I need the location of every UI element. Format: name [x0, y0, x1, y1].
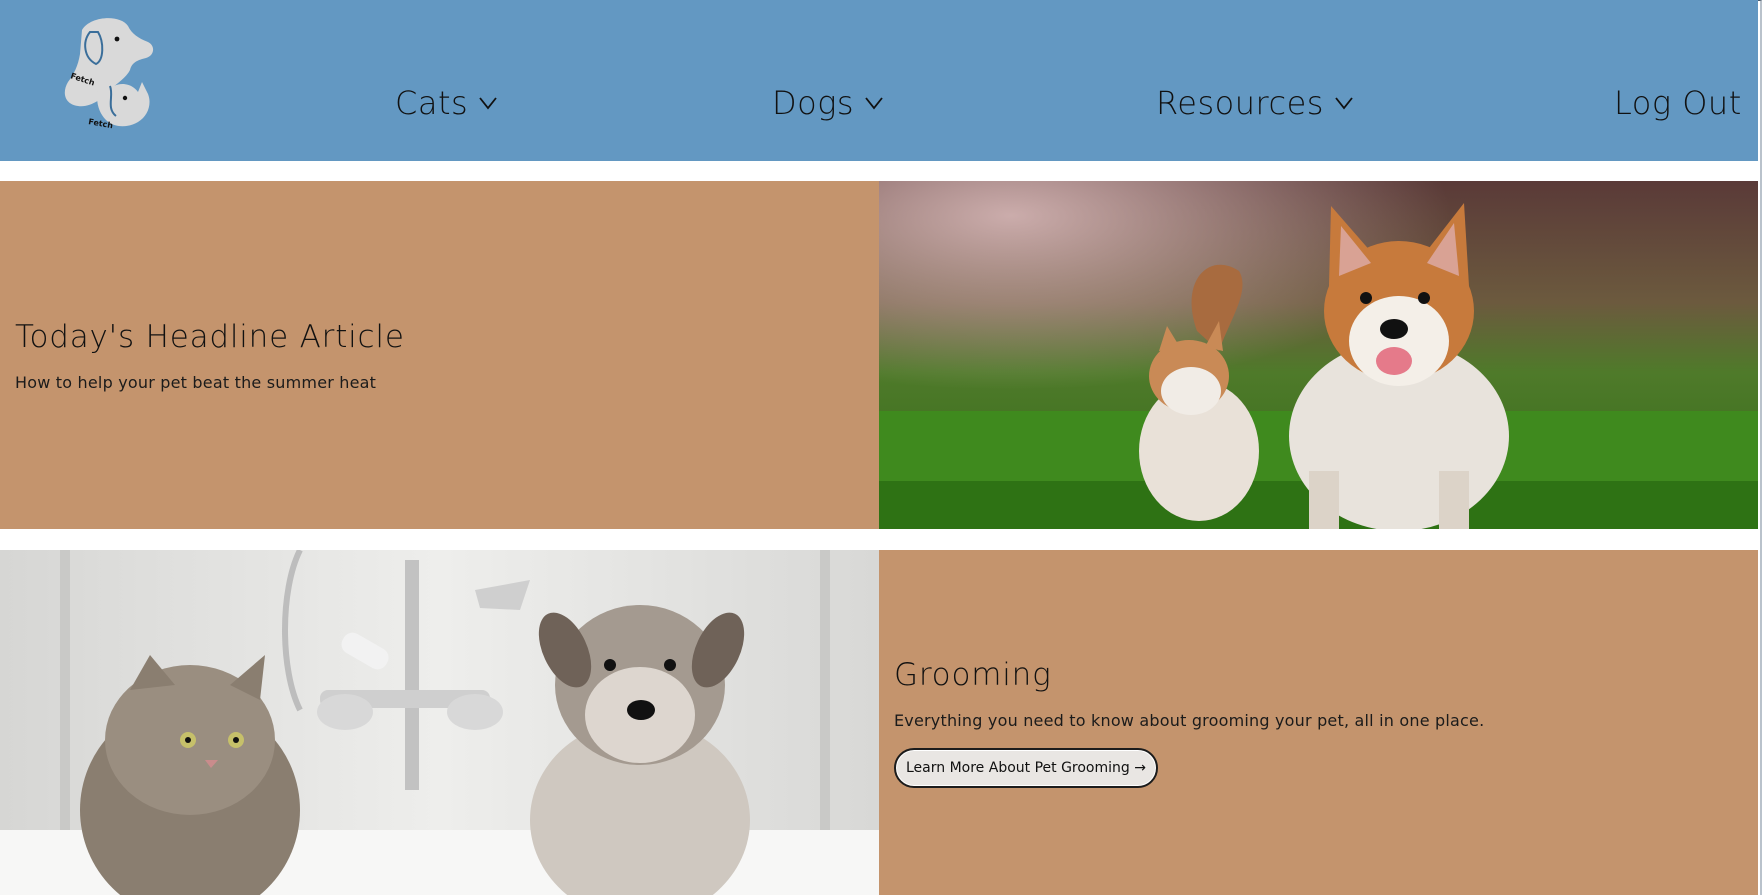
nav-resources[interactable]: Resources — [1156, 84, 1354, 122]
site-header: Fetch Fetch Cats Dogs Resources Log Out — [0, 0, 1758, 161]
featured-article-section: Today's Headline Article How to help you… — [0, 181, 1758, 529]
nav-resources-label: Resources — [1156, 84, 1324, 122]
cat-and-corgi-photo — [879, 181, 1758, 529]
grooming-text-panel: Grooming Everything you need to know abo… — [879, 550, 1758, 895]
nav-log-out-label: Log Out — [1614, 84, 1742, 122]
cat-and-dog-bath-photo — [0, 550, 879, 895]
fetch-logo[interactable]: Fetch Fetch — [60, 12, 170, 137]
chevron-down-icon — [479, 97, 497, 110]
grooming-section: Grooming Everything you need to know abo… — [0, 550, 1758, 895]
nav-dogs-label: Dogs — [772, 84, 855, 122]
nav-dogs[interactable]: Dogs — [772, 84, 884, 122]
nav-log-out[interactable]: Log Out — [1614, 84, 1742, 122]
chevron-down-icon — [865, 97, 883, 110]
chevron-down-icon — [1335, 97, 1353, 110]
featured-title[interactable]: Today's Headline Article — [15, 319, 879, 355]
grooming-title[interactable]: Grooming — [894, 657, 1758, 693]
grooming-subtitle: Everything you need to know about groomi… — [894, 711, 1485, 730]
learn-more-grooming-button[interactable]: Learn More About Pet Grooming → — [894, 748, 1158, 788]
nav-cats[interactable]: Cats — [395, 84, 498, 122]
nav-cats-label: Cats — [395, 84, 469, 122]
featured-subtitle: How to help your pet beat the summer hea… — [15, 372, 377, 392]
logo-icon: Fetch Fetch — [64, 18, 154, 130]
featured-text-panel: Today's Headline Article How to help you… — [0, 181, 879, 529]
cat-and-dog-bath-image — [0, 550, 879, 895]
cat-and-corgi-image — [879, 181, 1758, 529]
